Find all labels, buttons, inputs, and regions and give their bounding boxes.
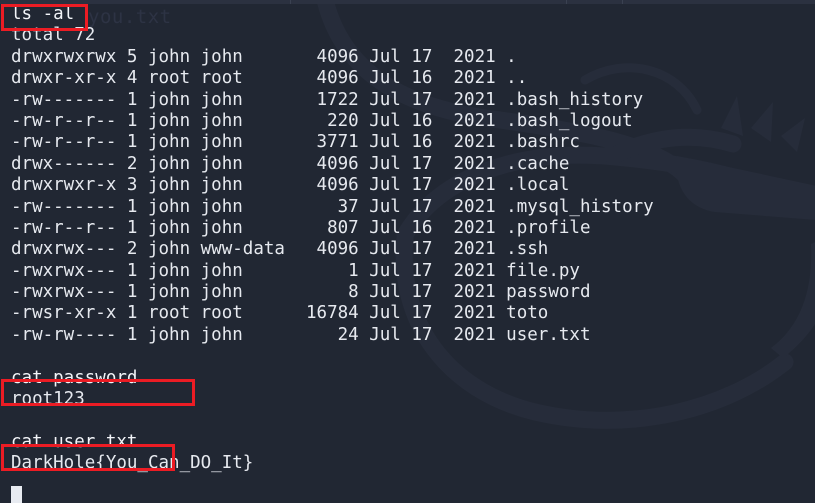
command-cat-password[interactable]: cat password	[0, 368, 815, 389]
table-row: -rw-r--r-- 1 john john 220 Jul 16 2021 .…	[11, 110, 633, 131]
ls-total-line: total 72	[11, 25, 96, 46]
command-cat-user-txt[interactable]: cat user.txt	[0, 432, 815, 453]
window-chrome-seam	[566, 0, 567, 4]
table-row: -rw-r--r-- 1 john john 3771 Jul 16 2021 …	[11, 132, 580, 153]
window-chrome-seam	[290, 0, 291, 4]
table-row: -rw------- 1 john john 37 Jul 17 2021 .m…	[11, 196, 654, 217]
table-row: -rwxrwx--- 1 john john 8 Jul 17 2021 pas…	[11, 282, 591, 303]
table-row: drwxrwx--- 2 john www-data 4096 Jul 17 2…	[11, 239, 549, 260]
table-row: drwx------ 2 john john 4096 Jul 17 2021 …	[11, 153, 570, 174]
terminal-output: ls -al total 72 drwxrwxrwx 5 john john 4…	[0, 0, 815, 503]
table-row: -rw------- 1 john john 1722 Jul 17 2021 …	[11, 89, 644, 110]
table-row: -rwsr-xr-x 1 root root 16784 Jul 17 2021…	[11, 303, 549, 324]
table-row: drwxrwxr-x 3 john john 4096 Jul 17 2021 …	[11, 175, 570, 196]
output-cat-user-txt: DarkHole{You_Can_DO_It}	[11, 453, 254, 474]
table-row: drwxrwxrwx 5 john john 4096 Jul 17 2021 …	[11, 46, 517, 67]
terminal-window[interactable]: you.txt ls -al total 72 drwxrwxrwx 5 joh…	[0, 0, 815, 503]
table-row: drwxr-xr-x 4 root root 4096 Jul 16 2021 …	[11, 68, 528, 89]
output-cat-password: root123	[11, 389, 85, 410]
window-chrome-strip	[0, 0, 815, 4]
command-ls-al[interactable]: ls -al	[0, 4, 815, 25]
table-row: -rw-rw---- 1 john john 24 Jul 17 2021 us…	[11, 324, 591, 345]
block-cursor	[11, 486, 22, 503]
window-chrome-seam	[622, 0, 623, 4]
table-row: -rw-r--r-- 1 john john 807 Jul 16 2021 .…	[11, 217, 591, 238]
table-row: -rwxrwx--- 1 john john 1 Jul 17 2021 fil…	[11, 260, 580, 281]
